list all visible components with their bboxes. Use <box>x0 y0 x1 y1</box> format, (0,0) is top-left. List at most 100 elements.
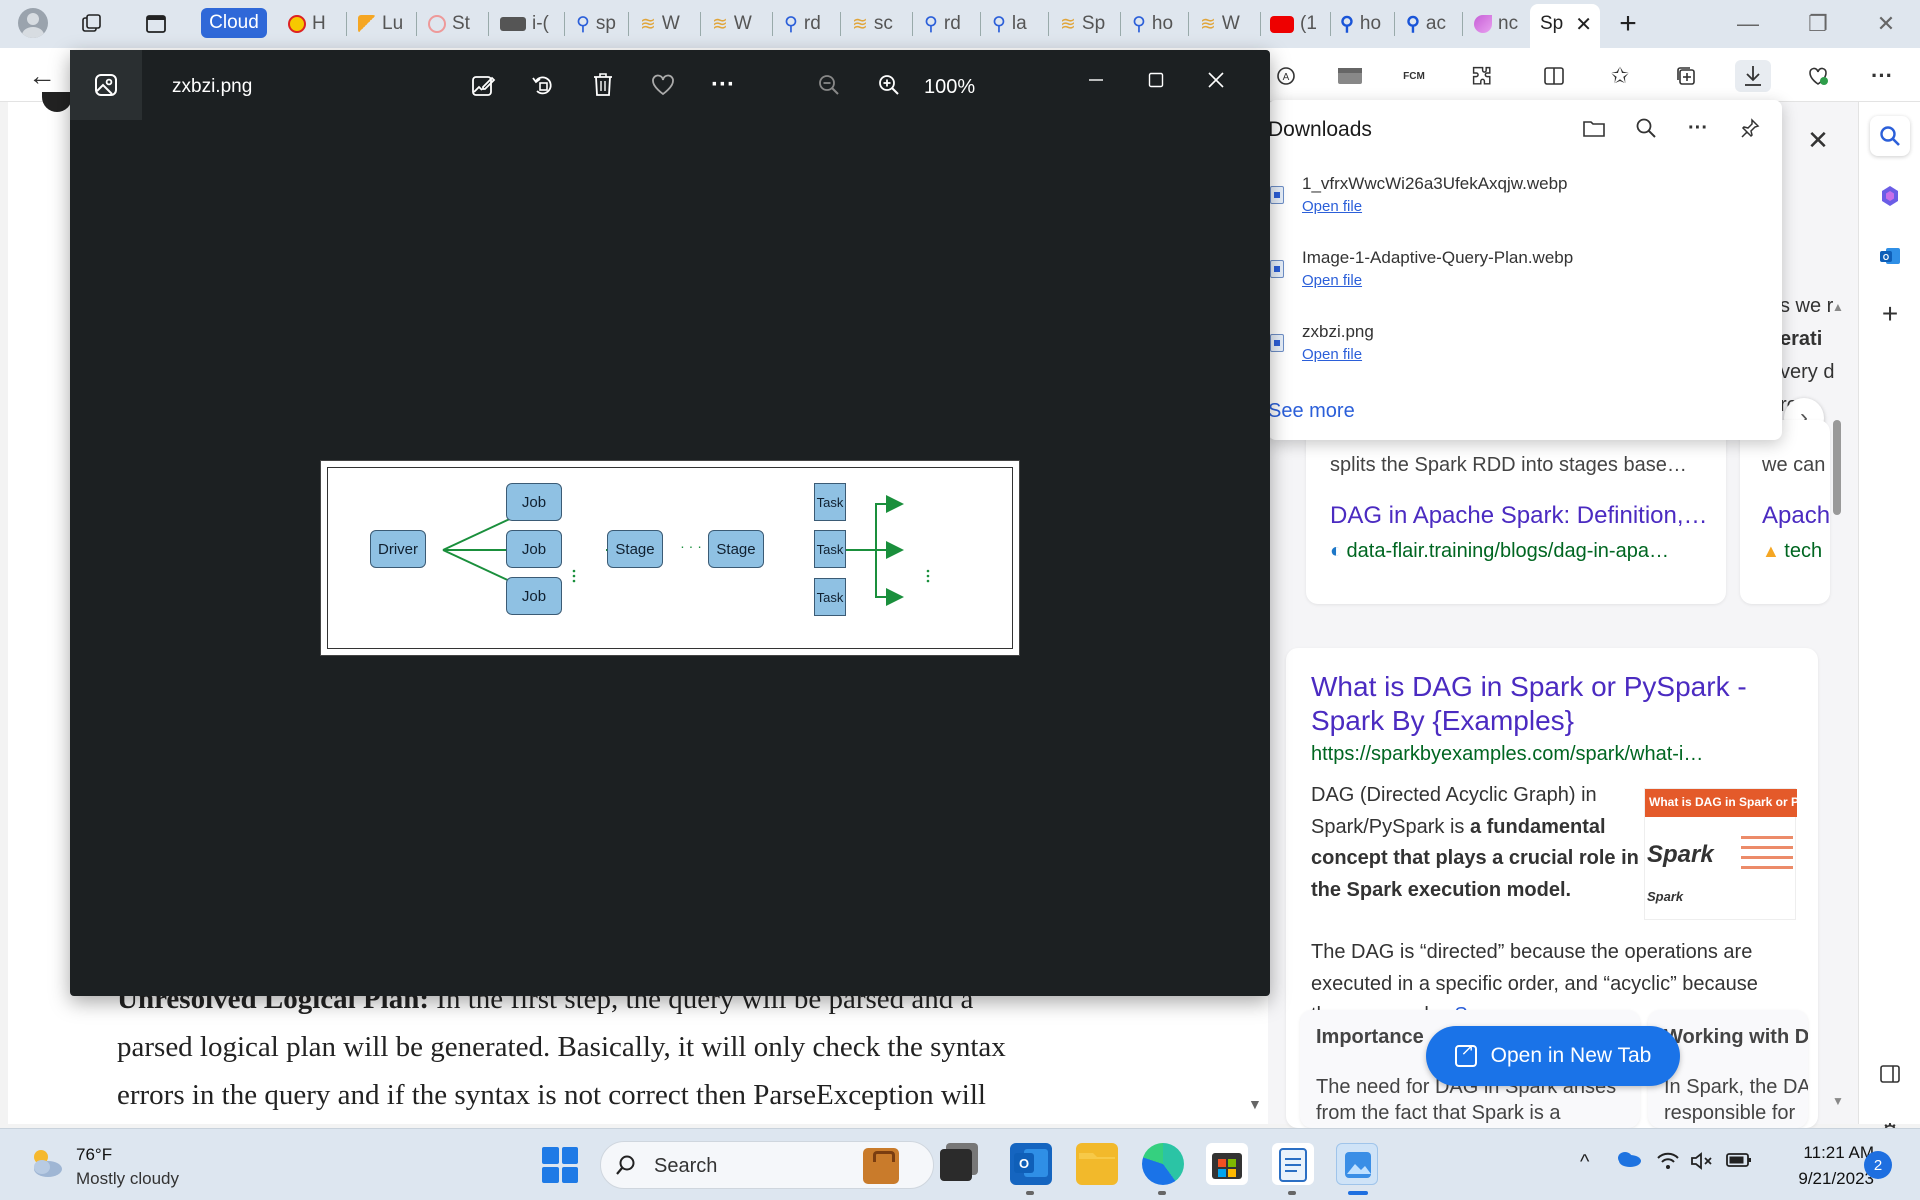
new-tab-button[interactable]: + <box>1614 7 1642 40</box>
tab-sc[interactable]: ≋ sc <box>846 6 910 42</box>
result-main-url[interactable]: https://sparkbyexamples.com/spark/what-i… <box>1311 743 1751 766</box>
fcm-extension-icon[interactable]: FCM <box>1398 60 1430 92</box>
viewer-minimize-icon[interactable] <box>1076 62 1116 98</box>
tab-shell[interactable]: H <box>282 6 342 42</box>
tab-close-icon[interactable]: ✕ <box>1575 12 1592 37</box>
notification-badge[interactable]: 2 <box>1864 1151 1892 1179</box>
displayed-image[interactable]: Driver Job Job Job Stage · · · Stage Tas… <box>320 460 1020 656</box>
tab-la[interactable]: ⚲ la <box>986 6 1046 42</box>
start-windows-icon[interactable] <box>542 1147 578 1183</box>
workspaces-icon[interactable] <box>78 10 106 38</box>
download-item[interactable]: Image-1-Adaptive-Query-Plan.webp Open fi… <box>1268 248 1768 308</box>
extensions-puzzle-icon[interactable] <box>1466 60 1498 92</box>
scrollbar-thumb[interactable] <box>1833 420 1841 515</box>
weather-description[interactable]: Mostly cloudy <box>76 1169 179 1189</box>
collections-icon[interactable] <box>1670 60 1702 92</box>
tab-nc[interactable]: nc <box>1468 6 1528 42</box>
result-url-row[interactable]: ◐ data-flair.training/blogs/dag-in-apa… <box>1330 540 1710 563</box>
delete-trash-icon[interactable] <box>586 68 620 102</box>
browser-restore-button[interactable]: ❐ <box>1800 8 1836 40</box>
vertical-tabs-icon[interactable] <box>142 10 170 38</box>
search-downloads-icon[interactable] <box>1632 114 1660 142</box>
downloads-see-more-link[interactable]: See more <box>1268 400 1355 423</box>
microsoft-store-icon[interactable] <box>1206 1143 1248 1185</box>
tab-active-label[interactable]: Sp ✕ <box>1534 6 1604 42</box>
weather-temperature[interactable]: 76°F <box>76 1145 112 1165</box>
downloads-more-options-icon[interactable]: ··· <box>1684 114 1712 142</box>
open-downloads-folder-icon[interactable] <box>1580 114 1608 142</box>
tab-w1[interactable]: ≋ W <box>634 6 698 42</box>
browser-close-button[interactable]: ✕ <box>1868 8 1904 40</box>
sidebar-search-icon[interactable] <box>1870 116 1910 156</box>
sidebar-add-icon[interactable]: + <box>1870 294 1910 334</box>
result-card-side[interactable]: we can Apach ▲ tech <box>1740 420 1830 604</box>
tab-rd1[interactable]: ⚲ rd <box>778 6 838 42</box>
open-file-link[interactable]: Open file <box>1302 198 1362 215</box>
tab-youtube[interactable]: (1 <box>1264 6 1328 42</box>
tab-ho1[interactable]: ⚲ ho <box>1126 6 1186 42</box>
result-main-title-link[interactable]: What is DAG in Spark or PySpark - Spark … <box>1311 670 1751 738</box>
wifi-icon[interactable] <box>1656 1151 1680 1177</box>
edit-image-icon[interactable] <box>466 68 500 102</box>
zoom-out-icon[interactable] <box>812 68 846 102</box>
close-pane-icon[interactable]: ✕ <box>1802 124 1834 156</box>
screen-capture-icon[interactable] <box>1334 60 1366 92</box>
split-screen-icon[interactable] <box>1538 60 1570 92</box>
result-thumbnail[interactable]: What is DAG in Spark or P Spark Spark <box>1644 788 1797 920</box>
rotate-icon[interactable] <box>526 68 560 102</box>
browser-essentials-heart-icon[interactable] <box>1802 60 1834 92</box>
reading-mode-icon[interactable]: A <box>1270 60 1302 92</box>
page-scroll-down-icon[interactable]: ▼ <box>1248 1096 1262 1112</box>
notepad-icon[interactable] <box>1272 1143 1314 1185</box>
result-url-row[interactable]: ▲ tech <box>1762 540 1822 563</box>
outlook-app-icon[interactable]: O <box>1010 1143 1052 1185</box>
download-item[interactable]: zxbzi.png Open file <box>1268 322 1768 382</box>
photos-app-taskbar-icon[interactable] <box>1336 1143 1378 1185</box>
open-file-link[interactable]: Open file <box>1302 346 1362 363</box>
tab-st[interactable]: St <box>422 6 486 42</box>
viewer-maximize-icon[interactable] <box>1136 62 1176 98</box>
profile-avatar[interactable] <box>18 8 48 38</box>
edge-browser-icon[interactable] <box>1142 1143 1184 1185</box>
outlook-icon[interactable]: O <box>1870 236 1910 276</box>
download-item[interactable]: 1_vfrxWwcWi26a3UfekAxqjw.webp Open file <box>1268 174 1768 234</box>
settings-more-icon[interactable]: ··· <box>1866 60 1898 92</box>
clock-date[interactable]: 9/21/2023 <box>1772 1169 1874 1189</box>
downloads-icon[interactable] <box>1735 60 1771 92</box>
tab-rd2[interactable]: ⚲ rd <box>918 6 978 42</box>
tab-w2[interactable]: ≋ W <box>706 6 770 42</box>
viewer-close-icon[interactable] <box>1196 62 1236 98</box>
more-options-icon[interactable]: ··· <box>706 68 740 102</box>
favorite-heart-icon[interactable] <box>646 68 680 102</box>
tab-w3[interactable]: ≋ W <box>1194 6 1258 42</box>
favorites-star-icon[interactable]: ✩ <box>1604 60 1636 92</box>
zoom-in-icon[interactable] <box>872 68 906 102</box>
open-in-new-tab-button[interactable]: Open in New Tab <box>1426 1026 1680 1086</box>
sidebar-layout-icon[interactable] <box>1870 1054 1910 1094</box>
tab-ac[interactable]: ⚲ ac <box>1400 6 1458 42</box>
file-explorer-icon[interactable] <box>1076 1143 1118 1185</box>
tab-i[interactable]: i-( <box>494 6 562 42</box>
tab-sp2[interactable]: ≋ Sp <box>1054 6 1118 42</box>
zoom-level[interactable]: 100% <box>924 76 975 99</box>
taskbar-search-box[interactable]: Search <box>600 1141 934 1189</box>
result-card-dataflair[interactable]: splits the Spark RDD into stages base… D… <box>1306 420 1726 604</box>
back-arrow-icon[interactable]: ← <box>26 60 58 92</box>
show-hidden-icons-chevron-icon[interactable]: ^ <box>1580 1151 1589 1174</box>
scroll-up-icon[interactable]: ▲ <box>1832 300 1844 314</box>
pin-downloads-icon[interactable] <box>1736 114 1764 142</box>
clock-time[interactable]: 11:21 AM <box>1782 1143 1874 1163</box>
tab-sp[interactable]: ⚲ sp <box>570 6 626 42</box>
copilot-icon[interactable] <box>1870 176 1910 216</box>
result-title-link[interactable]: Apach <box>1762 502 1830 530</box>
tab-ho2[interactable]: ⚲ ho <box>1334 6 1392 42</box>
scroll-down-icon[interactable]: ▼ <box>1832 1094 1844 1108</box>
task-view-icon[interactable] <box>940 1149 972 1181</box>
browser-minimize-button[interactable]: — <box>1730 8 1766 40</box>
tab-cloud[interactable]: Cloud <box>201 8 267 38</box>
open-file-link[interactable]: Open file <box>1302 272 1362 289</box>
results-scrollbar[interactable]: ▲ ▼ <box>1830 300 1844 1120</box>
result-title-link[interactable]: DAG in Apache Spark: Definition,… <box>1330 502 1710 530</box>
volume-muted-icon[interactable] <box>1690 1151 1714 1177</box>
battery-icon[interactable] <box>1726 1151 1752 1175</box>
